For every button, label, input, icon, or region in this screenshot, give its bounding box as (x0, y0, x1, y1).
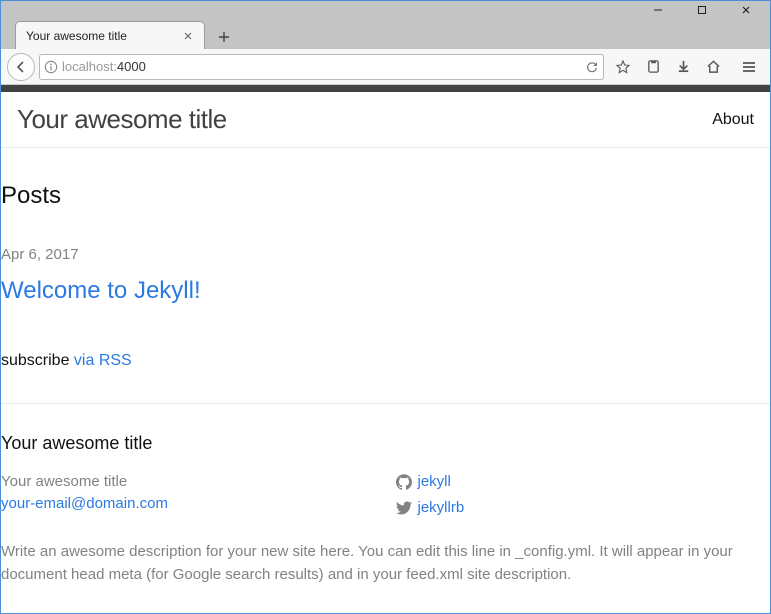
nav-about-link[interactable]: About (712, 111, 754, 128)
footer-col-social: jekyll jekyllrb (396, 471, 771, 524)
url-input[interactable]: localhost:4000 (62, 59, 581, 74)
window-minimize-button[interactable] (636, 1, 680, 19)
footer-site-name: Your awesome title (1, 471, 376, 494)
page-accent-bar (1, 85, 770, 92)
identity-info-icon[interactable] (44, 60, 58, 74)
site-title-link[interactable]: Your awesome title (17, 100, 227, 139)
footer-col-contact: Your awesome title your-email@domain.com (1, 471, 376, 524)
post-date: Apr 6, 2017 (1, 244, 770, 267)
bookmark-star-button[interactable] (608, 53, 638, 81)
footer-heading: Your awesome title (1, 430, 770, 457)
window-close-button[interactable] (724, 1, 768, 19)
hamburger-menu-button[interactable] (734, 53, 764, 81)
footer-email-link[interactable]: your-email@domain.com (1, 495, 168, 512)
url-bar[interactable]: localhost:4000 (39, 54, 604, 80)
footer-description: Write an awesome description for your ne… (1, 540, 770, 587)
page-viewport[interactable]: Your awesome title About Posts Apr 6, 20… (1, 85, 770, 613)
tab-close-button[interactable] (180, 28, 196, 44)
navigation-toolbar: localhost:4000 (1, 49, 770, 85)
back-button[interactable] (7, 53, 35, 81)
reload-button[interactable] (585, 60, 599, 74)
url-port: 4000 (117, 59, 146, 74)
tab-strip: Your awesome title (1, 19, 770, 49)
url-host: localhost: (62, 59, 117, 74)
github-link[interactable]: jekyll (418, 471, 451, 494)
tab-title: Your awesome title (26, 29, 180, 43)
window-titlebar (1, 1, 770, 19)
new-tab-button[interactable] (211, 25, 237, 49)
posts-heading: Posts (1, 178, 770, 214)
post-title-link[interactable]: Welcome to Jekyll! (1, 273, 201, 309)
library-button[interactable] (638, 53, 668, 81)
subscribe-prefix: subscribe (1, 352, 74, 369)
browser-tab[interactable]: Your awesome title (15, 21, 205, 49)
site-header: Your awesome title About (1, 92, 770, 148)
twitter-icon (396, 500, 412, 516)
rss-subscribe-line: subscribe via RSS (1, 349, 770, 373)
downloads-button[interactable] (668, 53, 698, 81)
rss-link[interactable]: via RSS (74, 352, 132, 369)
page-content: Posts Apr 6, 2017 Welcome to Jekyll! sub… (1, 148, 770, 404)
site-nav: About (712, 108, 754, 132)
home-button[interactable] (698, 53, 728, 81)
site-footer: Your awesome title Your awesome title yo… (1, 404, 770, 614)
window-maximize-button[interactable] (680, 1, 724, 19)
twitter-link[interactable]: jekyllrb (418, 497, 465, 520)
github-icon (396, 474, 412, 490)
